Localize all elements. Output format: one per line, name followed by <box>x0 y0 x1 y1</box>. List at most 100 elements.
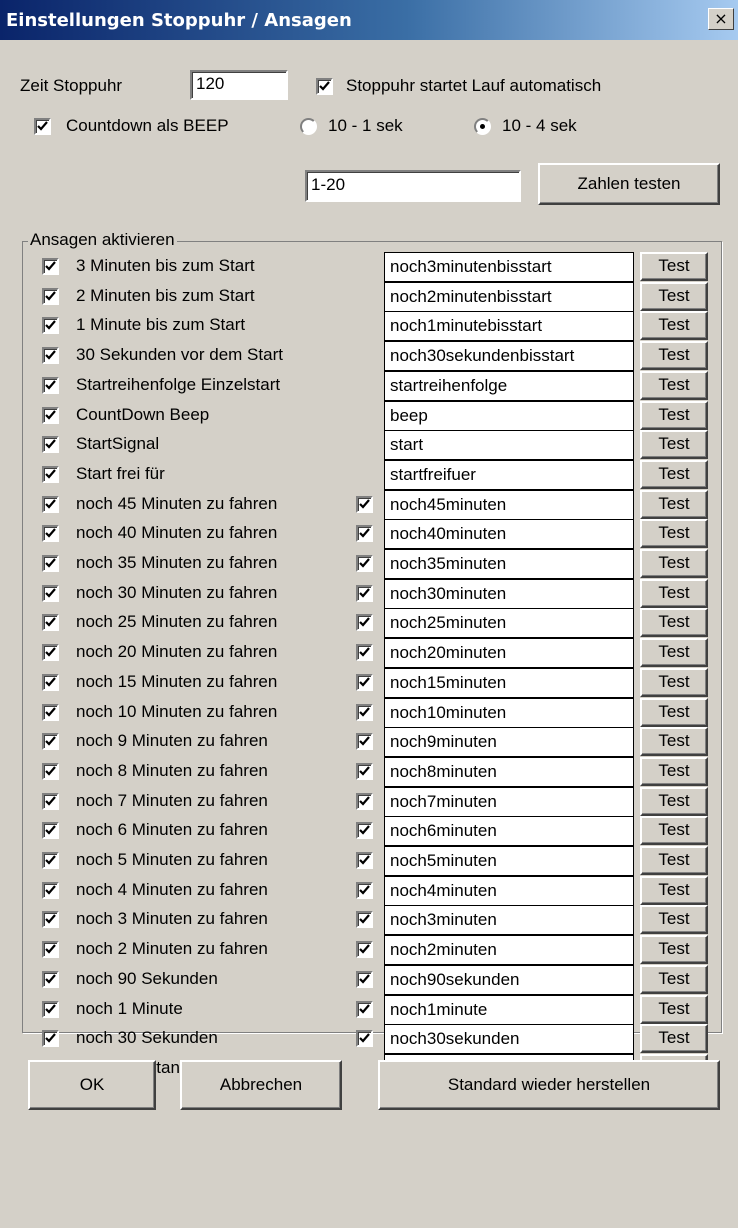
announcement-test-button[interactable]: Test <box>640 341 708 370</box>
announcement-option-checkbox[interactable] <box>356 496 373 513</box>
announcement-enable-checkbox[interactable] <box>42 822 59 839</box>
announcement-option-checkbox[interactable] <box>356 852 373 869</box>
announcement-test-button[interactable]: Test <box>640 519 708 548</box>
announcement-test-button[interactable]: Test <box>640 935 708 964</box>
announcement-test-button[interactable]: Test <box>640 490 708 519</box>
announcement-enable-checkbox[interactable] <box>42 704 59 721</box>
announcement-enable-checkbox[interactable] <box>42 1001 59 1018</box>
announcement-test-button[interactable]: Test <box>640 727 708 756</box>
announcement-file-input[interactable]: noch35minuten <box>384 549 634 579</box>
announcement-file-input[interactable]: noch20minuten <box>384 638 634 668</box>
radio-10-4[interactable] <box>474 118 491 135</box>
announcement-file-input[interactable]: noch9minuten <box>384 727 634 757</box>
announcement-enable-checkbox[interactable] <box>42 674 59 691</box>
announcement-enable-checkbox[interactable] <box>42 882 59 899</box>
announcement-file-input[interactable]: noch90sekunden <box>384 965 634 995</box>
announcement-file-input[interactable]: noch5minuten <box>384 846 634 876</box>
announcement-file-input[interactable]: noch4minuten <box>384 876 634 906</box>
close-button[interactable]: × <box>708 8 734 30</box>
announcement-enable-checkbox[interactable] <box>42 347 59 364</box>
title-bar[interactable]: Einstellungen Stoppuhr / Ansagen × <box>0 0 738 40</box>
announcement-file-input[interactable]: noch25minuten <box>384 608 634 638</box>
countdown-checkbox[interactable] <box>34 118 51 135</box>
reset-defaults-button[interactable]: Standard wieder herstellen <box>378 1060 720 1110</box>
announcement-test-button[interactable]: Test <box>640 965 708 994</box>
announcement-file-input[interactable]: noch2minuten <box>384 935 634 965</box>
announcement-option-checkbox[interactable] <box>356 585 373 602</box>
announcement-test-button[interactable]: Test <box>640 816 708 845</box>
announcement-option-checkbox[interactable] <box>356 1030 373 1047</box>
announcement-option-checkbox[interactable] <box>356 882 373 899</box>
announcement-file-input[interactable]: startreihenfolge <box>384 371 634 401</box>
announcement-enable-checkbox[interactable] <box>42 258 59 275</box>
announcement-file-input[interactable]: noch1minute <box>384 995 634 1025</box>
ok-button[interactable]: OK <box>28 1060 156 1110</box>
announcement-enable-checkbox[interactable] <box>42 555 59 572</box>
announcement-enable-checkbox[interactable] <box>42 793 59 810</box>
announcement-test-button[interactable]: Test <box>640 401 708 430</box>
announcement-file-input[interactable]: noch1minutebisstart <box>384 311 634 341</box>
announcement-test-button[interactable]: Test <box>640 638 708 667</box>
announcement-test-button[interactable]: Test <box>640 905 708 934</box>
announcement-file-input[interactable]: noch30minuten <box>384 579 634 609</box>
announcement-file-input[interactable]: noch15minuten <box>384 668 634 698</box>
announcement-enable-checkbox[interactable] <box>42 971 59 988</box>
announcement-enable-checkbox[interactable] <box>42 496 59 513</box>
announcement-enable-checkbox[interactable] <box>42 614 59 631</box>
announcement-enable-checkbox[interactable] <box>42 763 59 780</box>
announcement-test-button[interactable]: Test <box>640 698 708 727</box>
announcement-file-input[interactable]: noch30sekundenbisstart <box>384 341 634 371</box>
announcement-test-button[interactable]: Test <box>640 995 708 1024</box>
announcement-test-button[interactable]: Test <box>640 787 708 816</box>
announcement-file-input[interactable]: noch8minuten <box>384 757 634 787</box>
announcement-enable-checkbox[interactable] <box>42 1030 59 1047</box>
announcement-file-input[interactable]: noch45minuten <box>384 490 634 520</box>
announcement-test-button[interactable]: Test <box>640 876 708 905</box>
announcement-enable-checkbox[interactable] <box>42 377 59 394</box>
announcement-file-input[interactable]: startfreifuer <box>384 460 634 490</box>
announcement-test-button[interactable]: Test <box>640 371 708 400</box>
announcement-option-checkbox[interactable] <box>356 555 373 572</box>
announcement-enable-checkbox[interactable] <box>42 911 59 928</box>
announcement-enable-checkbox[interactable] <box>42 436 59 453</box>
announcement-enable-checkbox[interactable] <box>42 525 59 542</box>
announcement-file-input[interactable]: noch7minuten <box>384 787 634 817</box>
test-range-input[interactable]: 1-20 <box>305 170 521 202</box>
announcement-file-input[interactable]: noch30sekunden <box>384 1024 634 1054</box>
announcement-option-checkbox[interactable] <box>356 763 373 780</box>
announcement-test-button[interactable]: Test <box>640 282 708 311</box>
announcement-option-checkbox[interactable] <box>356 733 373 750</box>
announcement-file-input[interactable]: noch2minutenbisstart <box>384 282 634 312</box>
announcement-test-button[interactable]: Test <box>640 757 708 786</box>
announcement-enable-checkbox[interactable] <box>42 941 59 958</box>
announcement-enable-checkbox[interactable] <box>42 585 59 602</box>
announcement-file-input[interactable]: noch40minuten <box>384 519 634 549</box>
announcement-test-button[interactable]: Test <box>640 579 708 608</box>
announcement-option-checkbox[interactable] <box>356 822 373 839</box>
announcement-enable-checkbox[interactable] <box>42 407 59 424</box>
test-numbers-button[interactable]: Zahlen testen <box>538 163 720 205</box>
announcement-enable-checkbox[interactable] <box>42 466 59 483</box>
announcement-option-checkbox[interactable] <box>356 644 373 661</box>
announcement-file-input[interactable]: start <box>384 430 634 460</box>
announcement-option-checkbox[interactable] <box>356 614 373 631</box>
announcement-test-button[interactable]: Test <box>640 549 708 578</box>
announcement-test-button[interactable]: Test <box>640 668 708 697</box>
announcement-file-input[interactable]: noch10minuten <box>384 698 634 728</box>
announcement-test-button[interactable]: Test <box>640 608 708 637</box>
announcement-test-button[interactable]: Test <box>640 430 708 459</box>
announcement-file-input[interactable]: noch6minuten <box>384 816 634 846</box>
announcement-enable-checkbox[interactable] <box>42 852 59 869</box>
announcement-test-button[interactable]: Test <box>640 252 708 281</box>
announcement-test-button[interactable]: Test <box>640 460 708 489</box>
announcement-test-button[interactable]: Test <box>640 1024 708 1053</box>
announcement-option-checkbox[interactable] <box>356 525 373 542</box>
announcement-option-checkbox[interactable] <box>356 971 373 988</box>
announcement-file-input[interactable]: noch3minuten <box>384 905 634 935</box>
announcement-option-checkbox[interactable] <box>356 941 373 958</box>
cancel-button[interactable]: Abbrechen <box>180 1060 342 1110</box>
zeit-input[interactable]: 120 <box>190 70 288 100</box>
announcement-enable-checkbox[interactable] <box>42 317 59 334</box>
announcement-option-checkbox[interactable] <box>356 911 373 928</box>
radio-10-1[interactable] <box>300 118 317 135</box>
